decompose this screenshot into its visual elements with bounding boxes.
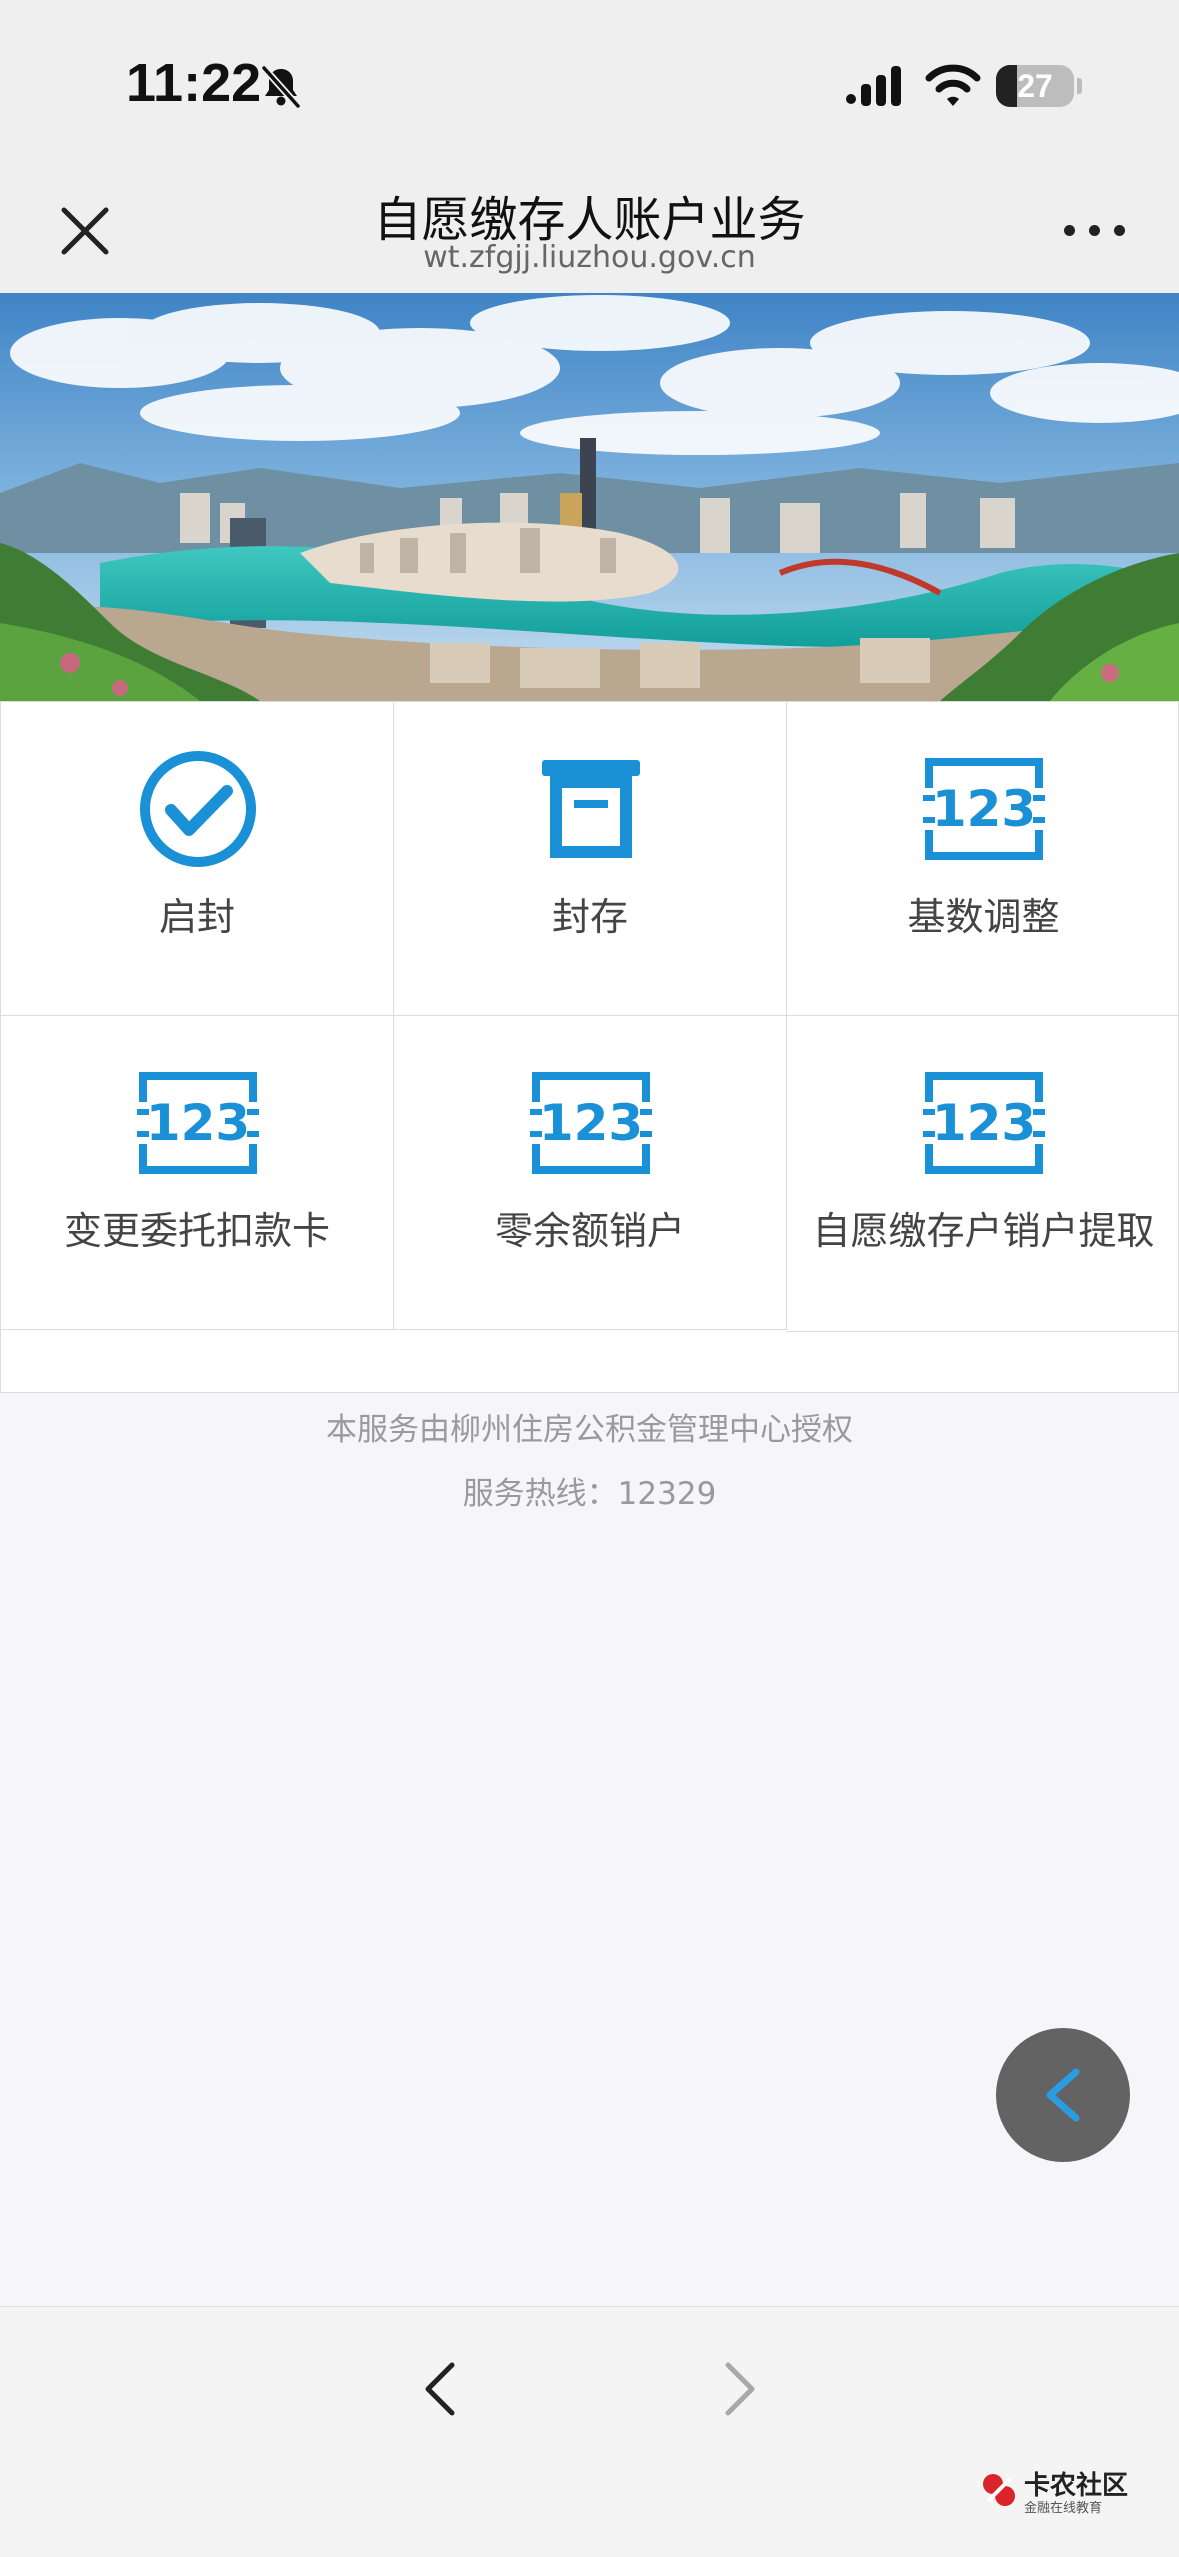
service-seal[interactable]: 封存 bbox=[394, 702, 787, 1016]
browser-back-button[interactable] bbox=[410, 2349, 470, 2429]
number-123-icon: 123 bbox=[530, 1072, 652, 1174]
page-url: wt.zfgjj.liuzhou.gov.cn bbox=[423, 240, 756, 275]
more-options-button[interactable] bbox=[1060, 210, 1130, 250]
svg-text:123: 123 bbox=[932, 1094, 1036, 1152]
service-label: 变更委托扣款卡 bbox=[63, 1209, 330, 1253]
city-banner-image bbox=[0, 293, 1179, 701]
archive-box-icon bbox=[542, 760, 640, 858]
browser-forward-button[interactable] bbox=[710, 2349, 770, 2429]
wifi-icon bbox=[925, 64, 981, 106]
browser-bottom-bar bbox=[0, 2306, 1179, 2557]
service-label: 封存 bbox=[551, 895, 628, 939]
service-label: 基数调整 bbox=[907, 895, 1060, 939]
chevron-left-icon bbox=[1046, 2068, 1080, 2122]
battery-indicator: 27 bbox=[996, 65, 1074, 107]
nav-bar: 自愿缴存人账户业务 wt.zfgjj.liuzhou.gov.cn bbox=[0, 150, 1179, 293]
services-grid: 启封 封存 123 基数调整 123 变更委托扣款卡 123 零余额销户 123… bbox=[0, 701, 1179, 1393]
check-circle-icon bbox=[140, 751, 256, 867]
cellular-signal-icon bbox=[846, 66, 901, 106]
watermark: 卡农社区 金融在线教育 bbox=[980, 2465, 1160, 2516]
service-voluntary-close-withdraw[interactable]: 123 自愿缴存户销户提取 bbox=[787, 1016, 1179, 1332]
status-time: 11:22 bbox=[126, 53, 262, 113]
svg-text:123: 123 bbox=[539, 1094, 643, 1152]
service-change-debit-card[interactable]: 123 变更委托扣款卡 bbox=[1, 1016, 394, 1330]
number-123-icon: 123 bbox=[923, 758, 1045, 860]
svg-text:123: 123 bbox=[146, 1094, 250, 1152]
svg-text:123: 123 bbox=[932, 780, 1036, 838]
service-base-adjust[interactable]: 123 基数调整 bbox=[787, 702, 1179, 1016]
watermark-tagline: 金融在线教育 bbox=[1024, 2501, 1103, 2516]
battery-tip bbox=[1077, 78, 1082, 94]
service-label: 启封 bbox=[158, 895, 235, 939]
battery-percent: 27 bbox=[1017, 68, 1053, 104]
floating-back-button[interactable] bbox=[996, 2028, 1130, 2162]
more-dot-icon bbox=[1114, 225, 1125, 236]
more-dot-icon bbox=[1089, 225, 1100, 236]
bell-muted-icon bbox=[261, 65, 301, 109]
more-dot-icon bbox=[1064, 225, 1075, 236]
service-unseal[interactable]: 启封 bbox=[1, 702, 394, 1016]
service-zero-balance-close[interactable]: 123 零余额销户 bbox=[394, 1016, 787, 1330]
service-label: 零余额销户 bbox=[494, 1209, 685, 1253]
service-label: 自愿缴存户销户提取 bbox=[812, 1209, 1155, 1253]
number-123-icon: 123 bbox=[137, 1072, 259, 1174]
hotline-text: 服务热线：12329 bbox=[462, 1476, 717, 1512]
status-bar: 11:22 27 bbox=[0, 0, 1179, 150]
authorization-text: 本服务由柳州住房公积金管理中心授权 bbox=[326, 1412, 853, 1448]
kanong-logo-icon bbox=[983, 2474, 1015, 2506]
number-123-icon: 123 bbox=[923, 1072, 1045, 1174]
